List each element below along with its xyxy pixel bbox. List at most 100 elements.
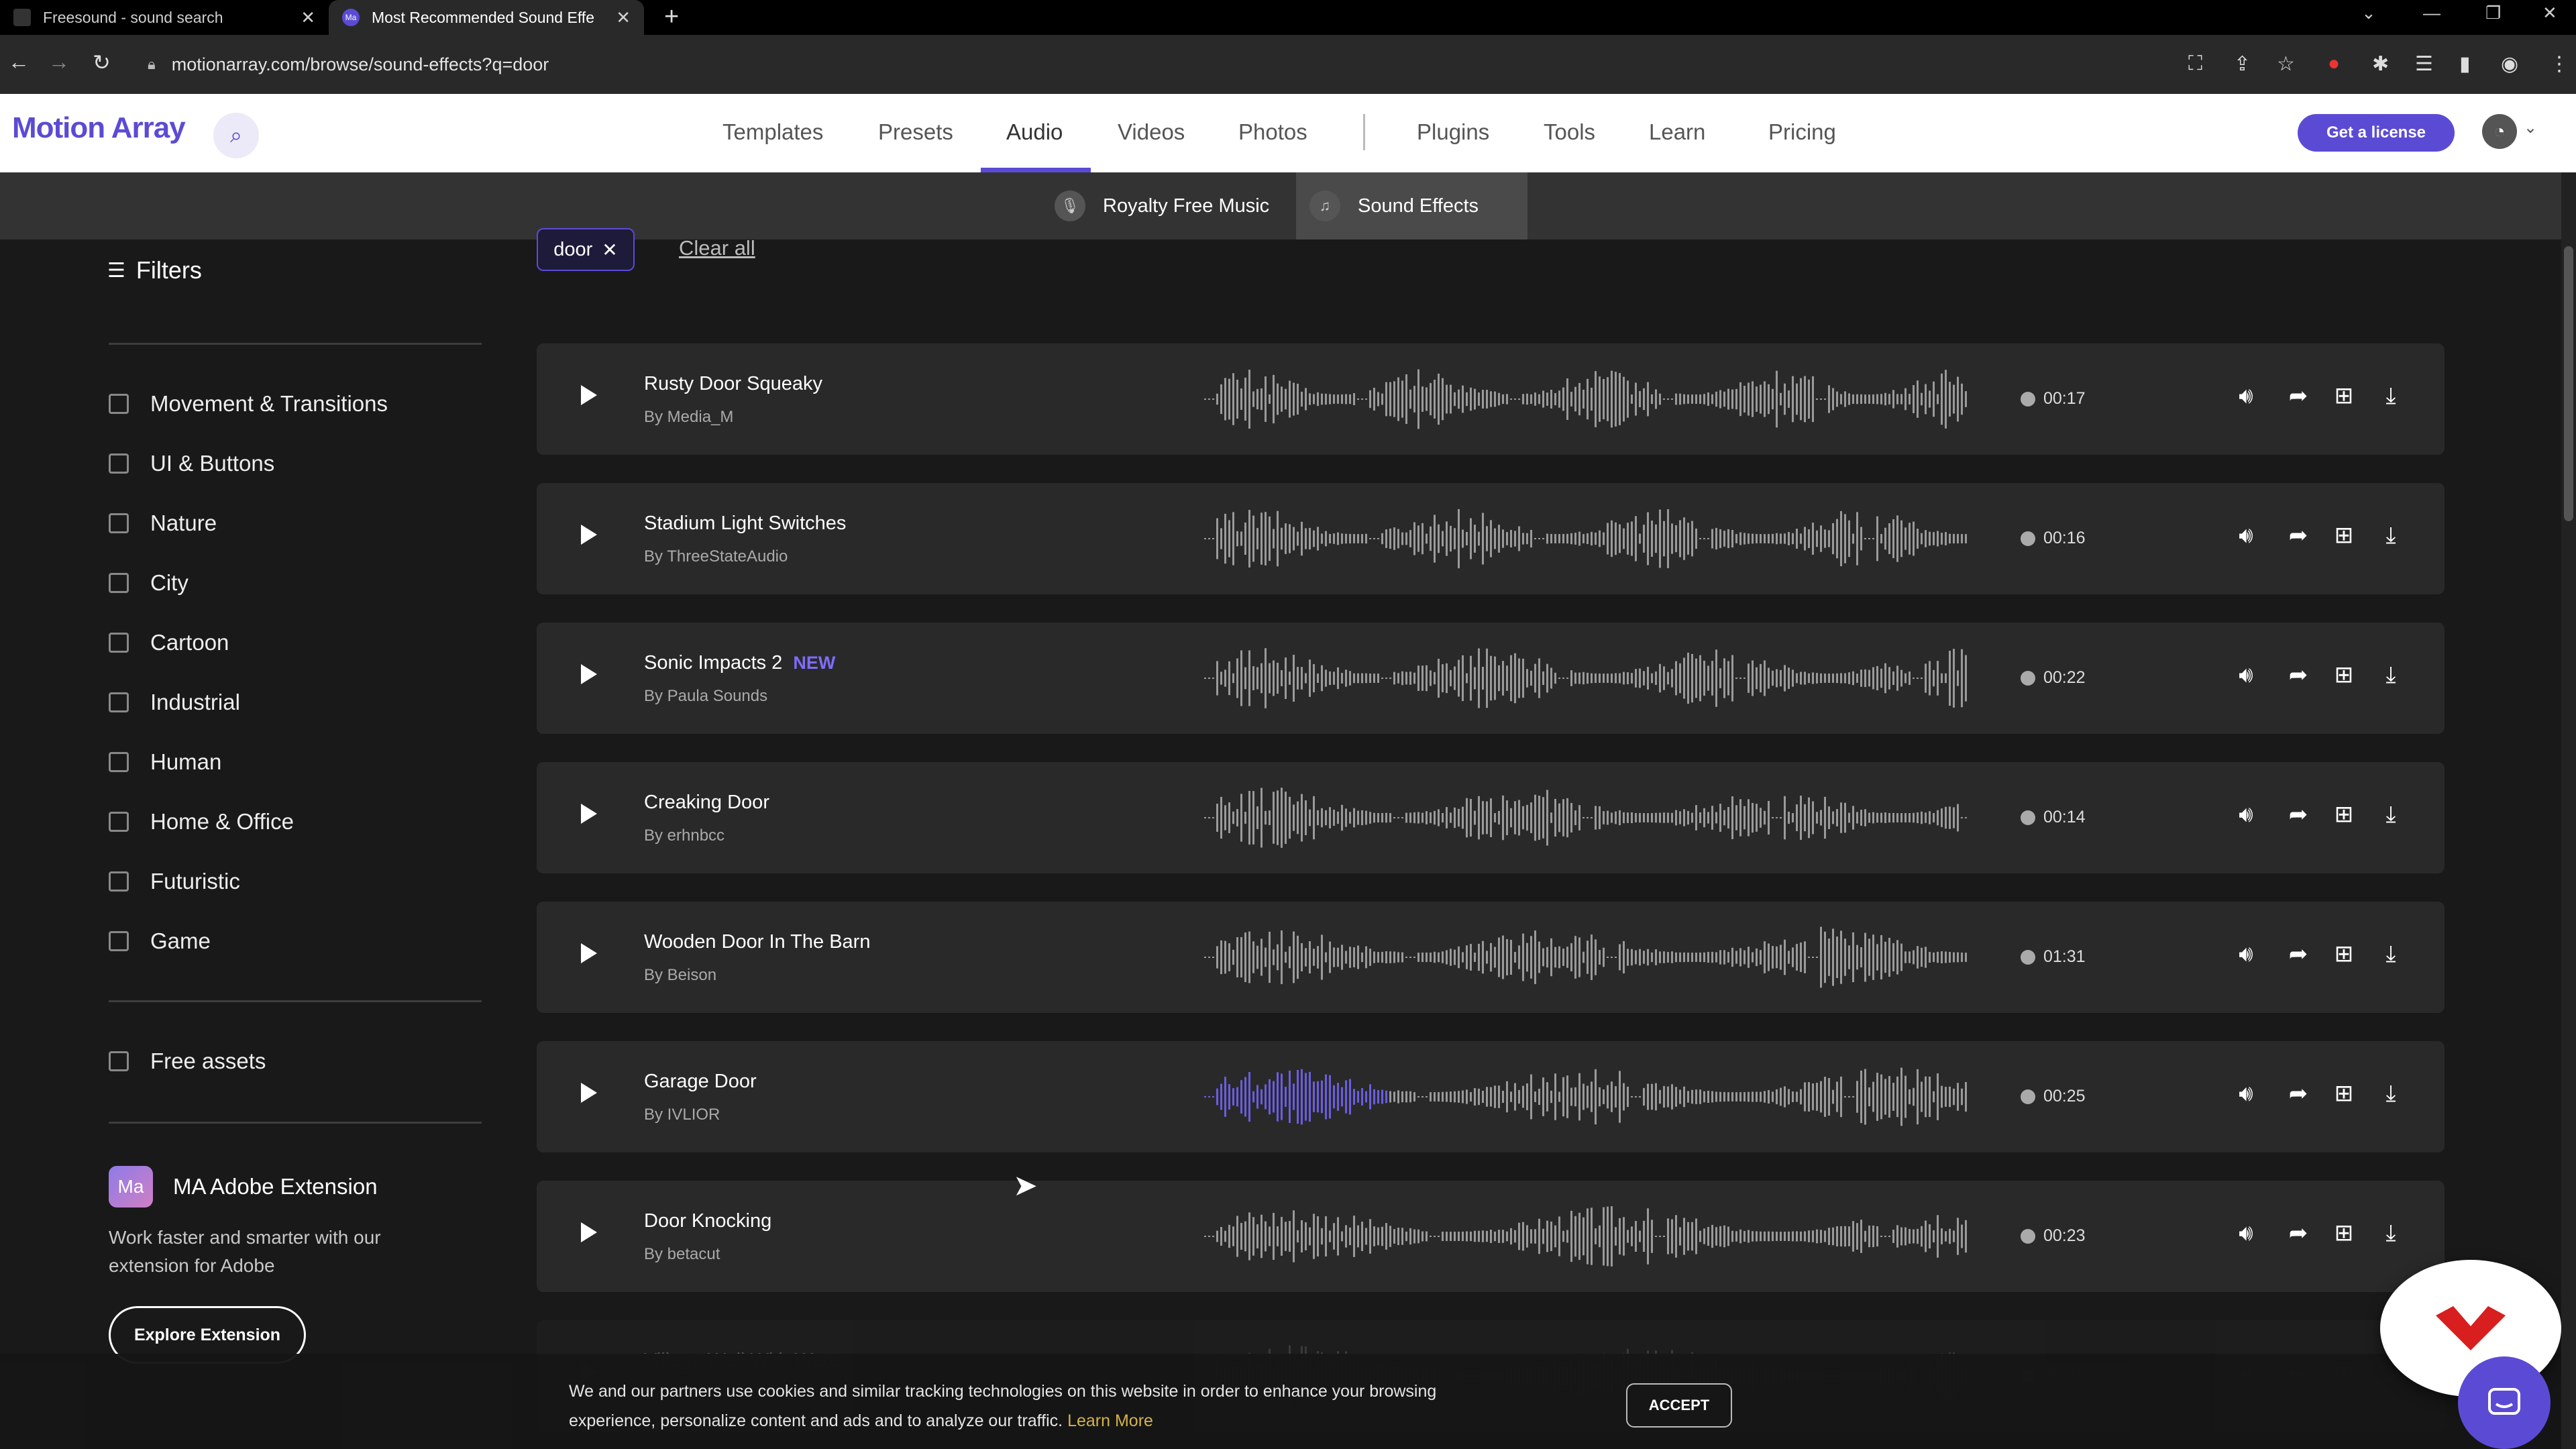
extension-red-icon[interactable]: ● xyxy=(2328,52,2340,75)
play-icon[interactable] xyxy=(581,1083,597,1103)
share-page-icon[interactable]: ⇪ xyxy=(2234,52,2251,76)
side-panel-icon[interactable]: ▮ xyxy=(2459,52,2471,76)
checkbox[interactable] xyxy=(109,633,129,653)
track-title[interactable]: Wooden Door In The Barn xyxy=(644,931,870,953)
nav-plugins[interactable]: Plugins xyxy=(1417,119,1489,145)
new-tab-plus-icon[interactable]: + xyxy=(664,3,679,32)
address-bar[interactable]: 🔒︎ motionarray.com/browse/sound-effects?… xyxy=(134,44,2160,85)
volume-icon[interactable]: 🔊︎ xyxy=(2227,935,2265,973)
nav-pricing[interactable]: Pricing xyxy=(1768,119,1836,145)
scrollbar-thumb[interactable] xyxy=(2564,246,2573,521)
chat-support-icon[interactable] xyxy=(2458,1356,2551,1449)
close-tab-icon[interactable]: ✕ xyxy=(616,7,631,28)
volume-icon[interactable]: 🔊︎ xyxy=(2227,1214,2265,1252)
track-author[interactable]: By betacut xyxy=(644,1245,720,1264)
browser-menu-icon[interactable]: ⋮ xyxy=(2549,52,2569,76)
checkbox[interactable] xyxy=(109,453,129,474)
close-tab-icon[interactable]: ✕ xyxy=(301,7,315,28)
share-icon[interactable]: ➦ xyxy=(2279,656,2317,694)
remove-chip-icon[interactable]: ✕ xyxy=(602,239,617,261)
track-author[interactable]: By ThreeStateAudio xyxy=(644,547,788,566)
filter-ui-buttons[interactable]: UI & Buttons xyxy=(109,451,274,476)
track-author[interactable]: By IVLIOR xyxy=(644,1106,720,1124)
close-window-icon[interactable]: ✕ xyxy=(2542,3,2557,23)
play-icon[interactable] xyxy=(581,385,597,405)
clear-all-link[interactable]: Clear all xyxy=(679,236,755,260)
waveform[interactable] xyxy=(1204,925,1969,989)
share-icon[interactable]: ➦ xyxy=(2279,935,2317,973)
filters-heading[interactable]: ☰ Filters xyxy=(107,256,202,284)
learn-more-link[interactable]: Learn More xyxy=(1067,1411,1153,1430)
motion-array-logo[interactable]: Motion Array xyxy=(12,111,186,145)
track-row[interactable]: Rusty Door Squeaky By Media_M 00:17 🔊︎ ➦ ⊞ ⤓ xyxy=(537,343,2445,455)
download-icon[interactable]: ⤓ xyxy=(2372,517,2410,554)
volume-icon[interactable]: 🔊︎ xyxy=(2227,796,2265,833)
download-icon[interactable]: ⤓ xyxy=(2372,935,2410,973)
minimize-icon[interactable]: — xyxy=(2423,3,2440,23)
download-icon[interactable]: ⤓ xyxy=(2372,377,2410,415)
search-icon[interactable]: ⌕ xyxy=(213,113,259,158)
page-scrollbar[interactable] xyxy=(2561,172,2576,1449)
waveform[interactable] xyxy=(1204,367,1969,431)
share-icon[interactable]: ➦ xyxy=(2279,796,2317,833)
play-icon[interactable] xyxy=(581,1222,597,1242)
checkbox[interactable] xyxy=(109,871,129,892)
checkbox[interactable] xyxy=(109,1051,129,1071)
track-row[interactable]: Sonic Impacts 2 NEW By Paula Sounds 00:22 🔊︎… xyxy=(537,623,2445,734)
track-author[interactable]: By erhnbcc xyxy=(644,826,724,845)
track-row[interactable]: Stadium Light Switches By ThreeStateAudio… xyxy=(537,483,2445,594)
track-title[interactable]: Rusty Door Squeaky xyxy=(644,373,822,395)
track-row[interactable]: Creaking Door By erhnbcc 00:14 🔊︎ ➦ ⊞ ⤓ xyxy=(537,762,2445,873)
add-to-folder-icon[interactable]: ⊞ xyxy=(2325,935,2363,973)
checkbox[interactable] xyxy=(109,573,129,593)
filter-game[interactable]: Game xyxy=(109,928,211,954)
accept-cookies-button[interactable]: ACCEPT xyxy=(1626,1383,1732,1428)
download-icon[interactable]: ⤓ xyxy=(2372,1075,2410,1112)
share-icon[interactable]: ➦ xyxy=(2279,517,2317,554)
volume-icon[interactable]: 🔊︎ xyxy=(2227,1075,2265,1112)
add-to-folder-icon[interactable]: ⊞ xyxy=(2325,796,2363,833)
track-author[interactable]: By Beison xyxy=(644,966,716,985)
volume-icon[interactable]: 🔊︎ xyxy=(2227,517,2265,554)
search-term-chip[interactable]: door ✕ xyxy=(537,228,635,271)
filter-movement-transitions[interactable]: Movement & Transitions xyxy=(109,391,388,417)
track-row[interactable]: Door Knocking By betacut 00:23 🔊︎ ➦ ⊞ ⤓ xyxy=(537,1181,2445,1292)
back-arrow-icon[interactable]: ← xyxy=(8,50,30,74)
checkbox[interactable] xyxy=(109,394,129,414)
filter-cartoon[interactable]: Cartoon xyxy=(109,630,229,655)
track-title[interactable]: Sonic Impacts 2 NEW xyxy=(644,652,835,674)
track-author[interactable]: By Paula Sounds xyxy=(644,687,767,706)
nav-videos[interactable]: Videos xyxy=(1118,119,1185,145)
account-user-icon[interactable]: ◔ xyxy=(2482,114,2517,149)
nav-learn[interactable]: Learn xyxy=(1649,119,1705,145)
filter-city[interactable]: City xyxy=(109,570,189,596)
track-row[interactable]: Wooden Door In The Barn By Beison 01:31 🔊︎ ➦… xyxy=(537,902,2445,1013)
browser-tab-freesound[interactable]: Freesound - sound search ✕ xyxy=(0,0,329,35)
download-icon[interactable]: ⤓ xyxy=(2372,656,2410,694)
add-to-folder-icon[interactable]: ⊞ xyxy=(2325,517,2363,554)
volume-icon[interactable]: 🔊︎ xyxy=(2227,377,2265,415)
bookmark-star-icon[interactable]: ☆ xyxy=(2277,52,2295,76)
tab-search-chevron-icon[interactable]: ⌄ xyxy=(2361,3,2376,23)
reading-list-icon[interactable]: ☰ xyxy=(2415,52,2433,76)
play-icon[interactable] xyxy=(581,525,597,545)
filter-industrial[interactable]: Industrial xyxy=(109,690,240,715)
track-author[interactable]: By Media_M xyxy=(644,408,733,427)
volume-icon[interactable]: 🔊︎ xyxy=(2227,656,2265,694)
track-title[interactable]: Stadium Light Switches xyxy=(644,513,846,535)
waveform[interactable] xyxy=(1204,786,1969,850)
waveform[interactable] xyxy=(1204,506,1969,571)
extensions-puzzle-icon[interactable]: ✱ xyxy=(2372,52,2389,76)
filter-free-assets[interactable]: Free assets xyxy=(109,1049,266,1074)
checkbox[interactable] xyxy=(109,752,129,772)
play-icon[interactable] xyxy=(581,664,597,684)
checkbox[interactable] xyxy=(109,812,129,832)
subnav-sound-effects[interactable]: ♫ Sound Effects xyxy=(1296,172,1527,239)
add-to-folder-icon[interactable]: ⊞ xyxy=(2325,656,2363,694)
track-title[interactable]: Creaking Door xyxy=(644,792,769,814)
add-to-folder-icon[interactable]: ⊞ xyxy=(2325,1075,2363,1112)
download-icon[interactable]: ⤓ xyxy=(2372,796,2410,833)
play-icon[interactable] xyxy=(581,943,597,963)
restore-icon[interactable]: ❐ xyxy=(2485,3,2501,23)
checkbox[interactable] xyxy=(109,692,129,712)
